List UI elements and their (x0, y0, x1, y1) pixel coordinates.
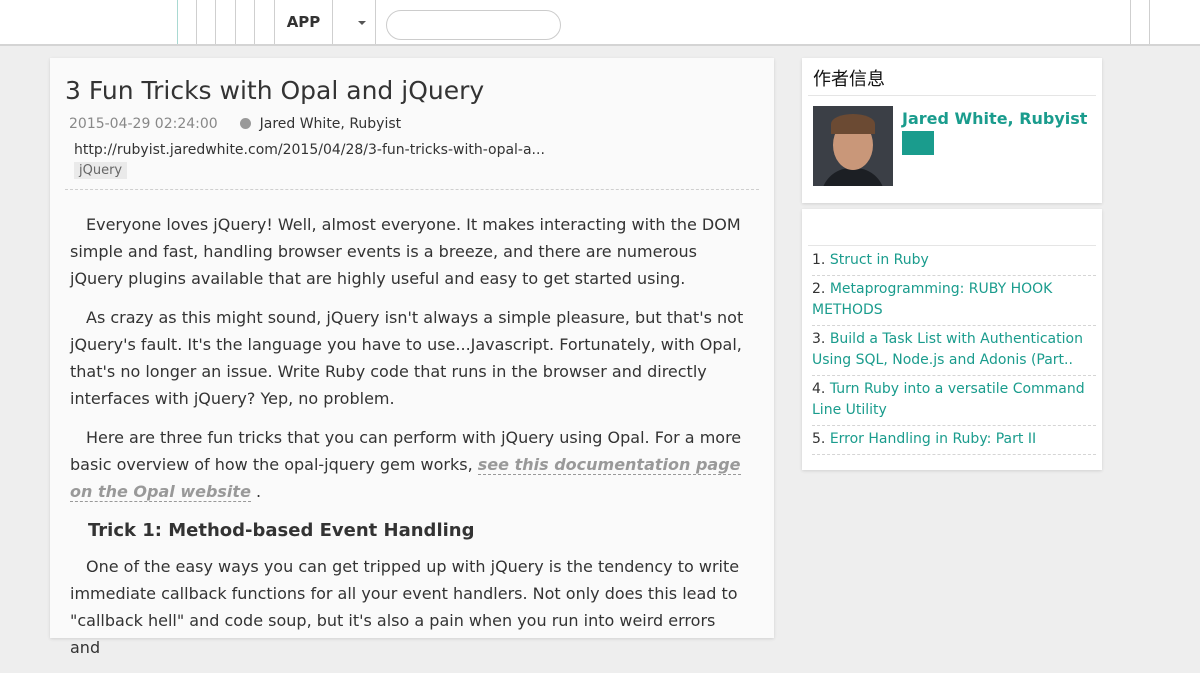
divider (808, 245, 1096, 246)
nav-divider (196, 0, 197, 44)
list-item: 5. Error Handling in Ruby: Part II (812, 426, 1096, 455)
paragraph: Here are three fun tricks that you can p… (70, 424, 750, 505)
avatar[interactable] (813, 106, 893, 186)
paragraph-text: . (256, 482, 262, 501)
nav-divider (254, 0, 255, 44)
author-name-link[interactable]: Jared White, Rubyist (902, 109, 1087, 128)
nav-divider (375, 0, 376, 44)
list-item: 3. Build a Task List with Authentication… (812, 326, 1096, 376)
item-number: 1. (812, 252, 826, 268)
related-link[interactable]: Struct in Ruby (830, 252, 929, 268)
nav-divider (177, 0, 178, 44)
follow-button[interactable] (902, 131, 934, 155)
author-card-heading: 作者信息 (813, 69, 885, 90)
source-url-link[interactable]: http://rubyist.jaredwhite.com/2015/04/28… (74, 142, 545, 158)
tag-jquery[interactable]: jQuery (74, 162, 128, 179)
item-number: 4. (812, 381, 826, 397)
author-card: 作者信息 Jared White, Rubyist (802, 58, 1102, 203)
nav-divider (235, 0, 236, 44)
divider (65, 189, 759, 190)
list-item: 1. Struct in Ruby (812, 247, 1096, 276)
related-link[interactable]: Metaprogramming: RUBY HOOK METHODS (812, 281, 1052, 318)
list-item: 2. Metaprogramming: RUBY HOOK METHODS (812, 276, 1096, 326)
avatar-hair (831, 114, 875, 134)
related-list: 1. Struct in Ruby 2. Metaprogramming: RU… (812, 247, 1096, 455)
article-card: 3 Fun Tricks with Opal and jQuery 2015-0… (50, 58, 774, 657)
item-number: 5. (812, 431, 826, 447)
paragraph: One of the easy ways you can get tripped… (70, 557, 740, 657)
section-heading: Trick 1: Method-based Event Handling (88, 520, 475, 541)
divider (808, 95, 1096, 96)
list-item: 4. Turn Ruby into a versatile Command Li… (812, 376, 1096, 426)
top-nav: APP (0, 0, 1200, 46)
related-link[interactable]: Build a Task List with Authentication Us… (812, 331, 1083, 368)
nav-divider (1130, 0, 1131, 44)
caret-down-icon (358, 21, 366, 25)
paragraph: As crazy as this might sound, jQuery isn… (70, 308, 744, 408)
item-number: 2. (812, 281, 826, 297)
globe-icon (240, 118, 252, 129)
nav-divider (1149, 0, 1150, 44)
search-input[interactable] (386, 10, 561, 40)
related-link[interactable]: Turn Ruby into a versatile Command Line … (812, 381, 1085, 418)
publish-date: 2015-04-29 02:24:00 (69, 116, 218, 132)
nav-app-link[interactable]: APP (275, 0, 332, 44)
article-title: 3 Fun Tricks with Opal and jQuery (65, 76, 485, 105)
paragraph: Everyone loves jQuery! Well, almost ever… (70, 215, 741, 288)
article-body: Everyone loves jQuery! Well, almost ever… (70, 211, 750, 673)
author-link[interactable]: Jared White, Rubyist (260, 116, 402, 132)
nav-dropdown-toggle[interactable] (333, 0, 375, 44)
related-articles-panel: 1. Struct in Ruby 2. Metaprogramming: RU… (802, 209, 1102, 470)
related-link[interactable]: Error Handling in Ruby: Part II (830, 431, 1036, 447)
avatar-shirt (821, 168, 885, 186)
article-meta: 2015-04-29 02:24:00 Jared White, Rubyist (69, 116, 401, 132)
nav-divider (215, 0, 216, 44)
item-number: 3. (812, 331, 826, 347)
